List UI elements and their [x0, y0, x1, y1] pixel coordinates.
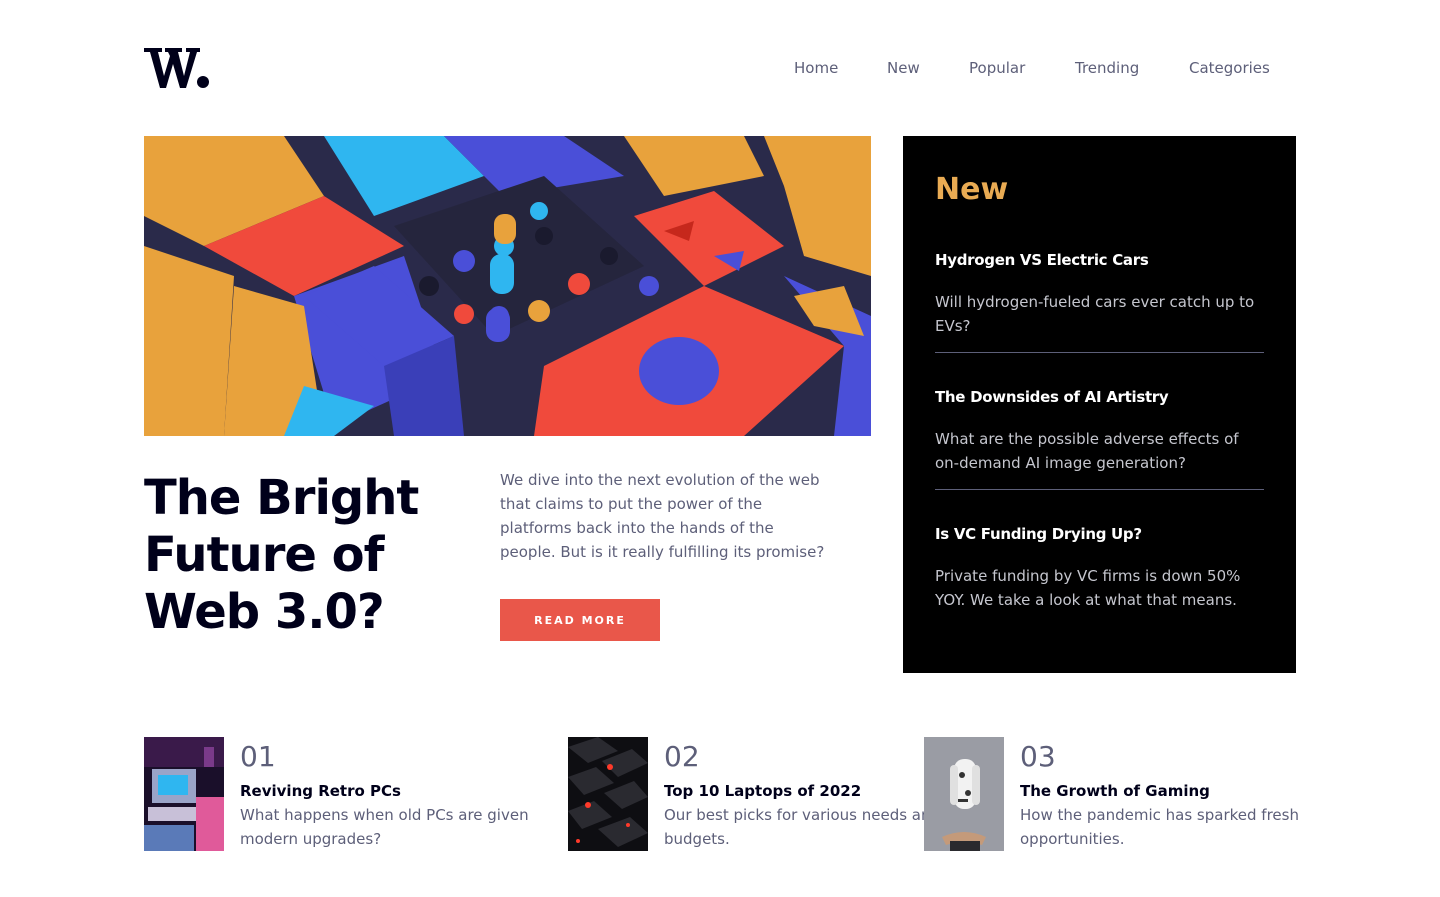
divider: [935, 489, 1264, 490]
game-controller-image: [924, 737, 1004, 851]
article-description: Our best picks for various needs and bud…: [664, 806, 941, 848]
nav-link-new[interactable]: New: [887, 58, 920, 78]
article-title[interactable]: Reviving Retro PCs: [240, 781, 401, 801]
new-item[interactable]: Is VC Funding Drying Up? Private funding…: [935, 524, 1264, 612]
article-title[interactable]: The Growth of Gaming: [1020, 781, 1210, 801]
nav-link-categories[interactable]: Categories: [1189, 58, 1270, 78]
site-logo[interactable]: [144, 44, 210, 90]
article-number: 02: [664, 740, 700, 773]
nav-link-home[interactable]: Home: [794, 58, 838, 78]
new-item-title[interactable]: Is VC Funding Drying Up?: [935, 524, 1264, 544]
nav-link-popular[interactable]: Popular: [969, 58, 1025, 78]
new-item-description: What are the possible adverse effects of…: [935, 430, 1239, 472]
retro-pc-image: [144, 737, 224, 851]
read-more-button[interactable]: READ MORE: [500, 599, 660, 641]
new-item-title[interactable]: The Downsides of AI Artistry: [935, 387, 1264, 407]
article-description: What happens when old PCs are given mode…: [240, 806, 529, 848]
laptop-keyboard-image: [568, 737, 648, 851]
new-item[interactable]: The Downsides of AI Artistry What are th…: [935, 387, 1264, 475]
article-description: How the pandemic has sparked fresh oppor…: [1020, 806, 1299, 848]
new-item-description: Private funding by VC firms is down 50% …: [935, 567, 1241, 609]
new-item-description: Will hydrogen-fueled cars ever catch up …: [935, 293, 1255, 335]
nav-link-trending[interactable]: Trending: [1075, 58, 1139, 78]
article-number: 01: [240, 740, 276, 773]
article-title[interactable]: Top 10 Laptops of 2022: [664, 781, 861, 801]
new-item-title[interactable]: Hydrogen VS Electric Cars: [935, 250, 1264, 270]
hero-image: [144, 136, 871, 436]
new-item[interactable]: Hydrogen VS Electric Cars Will hydrogen-…: [935, 250, 1264, 338]
article-number: 03: [1020, 740, 1056, 773]
hero-description: We dive into the next evolution of the w…: [500, 471, 825, 561]
hero-title: The Bright Future of Web 3.0?: [144, 470, 419, 640]
new-heading: New: [935, 172, 1009, 207]
divider: [935, 352, 1264, 353]
new-panel: New Hydrogen VS Electric Cars Will hydro…: [903, 136, 1296, 673]
